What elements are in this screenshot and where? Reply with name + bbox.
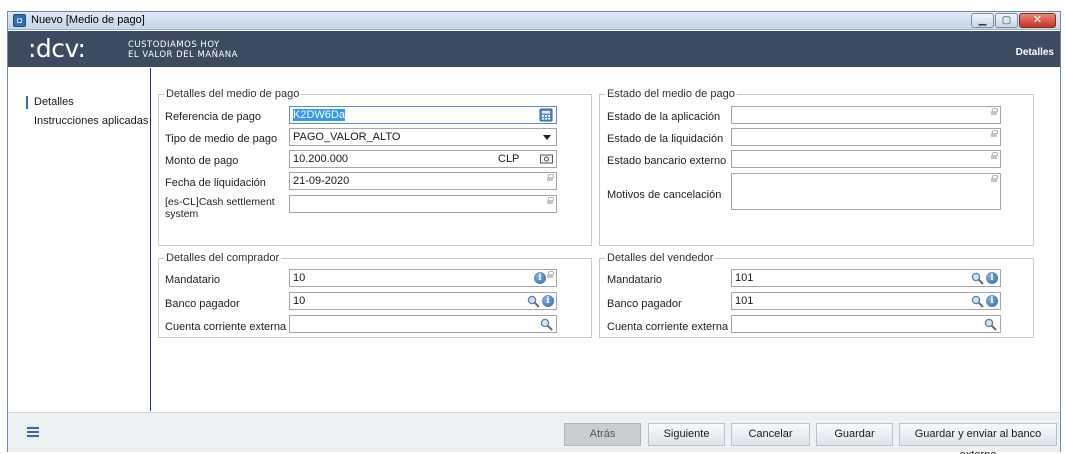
search-icon[interactable] <box>971 295 984 308</box>
minimize-button[interactable]: ▁ <box>971 13 994 28</box>
lock-icon <box>991 152 998 159</box>
cash-settlement-label: [es-CL]Cash settlement system <box>165 196 275 220</box>
buyer-banco-value: 10 <box>293 295 306 307</box>
section-label: Detalles <box>1015 47 1054 58</box>
brand-bar: :dcv: CUSTODIAMOS HOY EL VALOR DEL MAÑAN… <box>8 31 1060 67</box>
referencia-input[interactable]: K2DW6Da <box>289 106 557 124</box>
lock-icon <box>991 130 998 137</box>
maximize-button[interactable]: ▢ <box>995 13 1018 28</box>
footer-bar: Atrás Siguiente Cancelar Guardar Guardar… <box>8 412 1060 454</box>
tipo-label: Tipo de medio de pago <box>165 133 278 145</box>
seller-cuenta-input[interactable] <box>731 315 1001 333</box>
buyer-cuenta-input[interactable] <box>289 315 557 333</box>
guardar-enviar-button[interactable]: Guardar y enviar al banco externo <box>899 423 1057 454</box>
chevron-down-icon[interactable] <box>543 135 551 140</box>
seller-banco-value: 101 <box>735 295 754 307</box>
sidebar-active-indicator <box>26 96 28 109</box>
buyer-banco-input[interactable]: 10 i <box>289 292 557 310</box>
info-icon[interactable]: i <box>534 272 546 284</box>
monto-input[interactable]: 10.200.000 <box>289 150 496 168</box>
monto-value: 10.200.000 <box>293 153 349 165</box>
motivos-textarea[interactable] <box>731 173 1001 210</box>
sidebar-item-instrucciones[interactable]: Instrucciones aplicadas <box>34 115 148 127</box>
logo-tagline: CUSTODIAMOS HOY EL VALOR DEL MAÑANA <box>128 40 238 60</box>
calculator-icon[interactable] <box>539 108 553 122</box>
info-icon[interactable]: i <box>986 272 998 284</box>
sidebar-item-detalles[interactable]: Detalles <box>34 96 74 108</box>
lock-icon <box>547 197 554 204</box>
cash-settlement-label-line-1: [es-CL]Cash settlement <box>165 196 275 208</box>
seller-mandatario-label: Mandatario <box>607 274 663 286</box>
window-app-icon: ◘ <box>13 14 26 27</box>
title-bar[interactable]: ◘ Nuevo [Medio de pago] ▁ ▢ ✕ <box>8 12 1060 30</box>
search-icon[interactable] <box>540 318 553 331</box>
buyer-mandatario-input[interactable]: 10 i <box>289 269 557 287</box>
search-icon[interactable] <box>984 318 997 331</box>
estado-bancario-label: Estado bancario externo <box>607 155 727 167</box>
maximize-icon: ▢ <box>1001 15 1012 26</box>
close-button[interactable]: ✕ <box>1019 13 1056 28</box>
monto-label: Monto de pago <box>165 155 239 167</box>
menu-icon[interactable] <box>27 427 39 437</box>
guardar-button[interactable]: Guardar <box>816 423 893 446</box>
lock-icon <box>991 175 998 182</box>
info-icon[interactable]: i <box>986 295 998 307</box>
dcv-logo: :dcv: <box>28 34 86 63</box>
cash-settlement-input[interactable] <box>289 195 557 213</box>
seller-banco-label: Banco pagador <box>607 298 682 310</box>
search-icon[interactable] <box>971 272 984 285</box>
lock-icon <box>991 108 998 115</box>
lock-icon <box>547 271 554 278</box>
payment-state-title: Estado del medio de pago <box>605 88 737 100</box>
seller-title: Detalles del vendedor <box>605 252 716 264</box>
minimize-icon: ▁ <box>978 15 987 26</box>
search-icon[interactable] <box>527 295 540 308</box>
seller-cuenta-label: Cuenta corriente externa <box>607 321 729 333</box>
estado-aplicacion-label: Estado de la aplicación <box>607 111 721 123</box>
seller-banco-input[interactable]: 101 i <box>731 292 1001 310</box>
sidebar: Detalles Instrucciones aplicadas <box>8 68 151 411</box>
logo-tagline-line-1: CUSTODIAMOS HOY <box>128 40 220 50</box>
tipo-value: PAGO_VALOR_ALTO <box>293 131 401 143</box>
atras-button[interactable]: Atrás <box>564 423 641 446</box>
referencia-label: Referencia de pago <box>165 111 262 123</box>
seller-mandatario-input[interactable]: 101 i <box>731 269 1001 287</box>
buyer-cuenta-label: Cuenta corriente externa <box>165 321 287 333</box>
estado-aplicacion-input[interactable] <box>731 106 1001 124</box>
tipo-select[interactable]: PAGO_VALOR_ALTO <box>289 128 557 146</box>
info-icon[interactable]: i <box>542 295 554 307</box>
estado-liquidacion-input[interactable] <box>731 128 1001 146</box>
cash-settlement-label-line-2: system <box>165 208 199 220</box>
currency-note-icon[interactable] <box>540 153 553 165</box>
currency-value: CLP <box>498 153 520 165</box>
referencia-value: K2DW6Da <box>293 109 345 121</box>
fecha-input[interactable]: 21-09-2020 <box>289 172 557 190</box>
fecha-label: Fecha de liquidación <box>165 177 266 189</box>
seller-mandatario-value: 101 <box>735 272 754 284</box>
buyer-mandatario-value: 10 <box>293 272 306 284</box>
estado-bancario-input[interactable] <box>731 150 1001 168</box>
app-window: ◘ Nuevo [Medio de pago] ▁ ▢ ✕ :dcv: CUST… <box>7 11 1061 454</box>
siguiente-button[interactable]: Siguiente <box>648 423 725 446</box>
payment-details-title: Detalles del medio de pago <box>164 88 302 100</box>
fecha-value: 21-09-2020 <box>293 175 350 187</box>
buyer-title: Detalles del comprador <box>164 252 282 264</box>
window-title: Nuevo [Medio de pago] <box>31 14 145 26</box>
estado-liquidacion-label: Estado de la liquidación <box>607 133 724 145</box>
currency-field[interactable]: CLP <box>495 150 557 168</box>
lock-icon <box>547 174 554 181</box>
logo-tagline-line-2: EL VALOR DEL MAÑANA <box>128 50 238 60</box>
buyer-mandatario-label: Mandatario <box>165 274 221 286</box>
close-icon: ✕ <box>1032 14 1043 26</box>
motivos-label: Motivos de cancelación <box>607 189 722 201</box>
buyer-banco-label: Banco pagador <box>165 298 240 310</box>
cancelar-button[interactable]: Cancelar <box>731 423 810 446</box>
